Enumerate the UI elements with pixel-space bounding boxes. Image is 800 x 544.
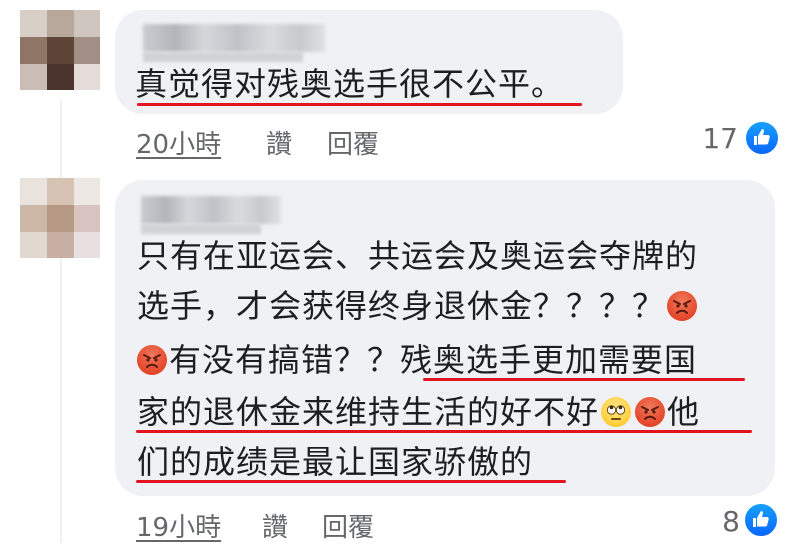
comment-text-line-2: 选手，才会获得终身退休金？？？？ <box>137 286 699 326</box>
like-button[interactable]: 讚 <box>266 124 292 161</box>
comment-timestamp[interactable]: 19小時 <box>136 507 221 544</box>
comment-text-line-3: 有没有搞错？？残奥选手更加需要国 <box>135 340 697 380</box>
eye-roll-face-icon <box>601 397 632 427</box>
author-name-blurred[interactable] <box>141 196 281 224</box>
angry-face-icon <box>635 397 666 427</box>
red-underline <box>136 430 752 433</box>
comment-timestamp[interactable]: 20小時 <box>136 124 221 161</box>
comment-bubble: 只有在亚运会、共运会及奥运会夺牌的 选手，才会获得终身退休金？？？？ 有没有搞错… <box>115 180 775 496</box>
reply-button[interactable]: 回覆 <box>322 507 374 544</box>
comment-text-line-1: 只有在亚运会、共运会及奥运会夺牌的 <box>137 237 699 275</box>
red-underline <box>423 378 745 381</box>
like-icon[interactable] <box>744 120 780 156</box>
avatar[interactable] <box>20 10 100 90</box>
comment-bubble: 真觉得对残奥选手很不公平。 <box>115 10 623 114</box>
author-name-blurred[interactable] <box>143 24 325 52</box>
reaction-count[interactable]: 17 <box>698 122 738 155</box>
avatar[interactable] <box>20 178 100 258</box>
red-underline <box>137 103 582 106</box>
comment-text-line-5: 们的成绩是最让国家骄傲的 <box>137 443 534 481</box>
thread-connector-line <box>60 100 62 543</box>
angry-face-icon <box>667 291 698 321</box>
reaction-count[interactable]: 8 <box>700 505 740 538</box>
comment-text-line-4: 家的退休金来维持生活的好不好他 <box>137 393 701 431</box>
like-icon[interactable] <box>743 502 779 538</box>
comment-text: 真觉得对残奥选手很不公平。 <box>135 65 565 103</box>
red-underline <box>136 480 566 483</box>
like-button[interactable]: 讚 <box>262 507 288 544</box>
angry-face-icon <box>137 345 167 375</box>
reply-button[interactable]: 回覆 <box>327 124 379 161</box>
